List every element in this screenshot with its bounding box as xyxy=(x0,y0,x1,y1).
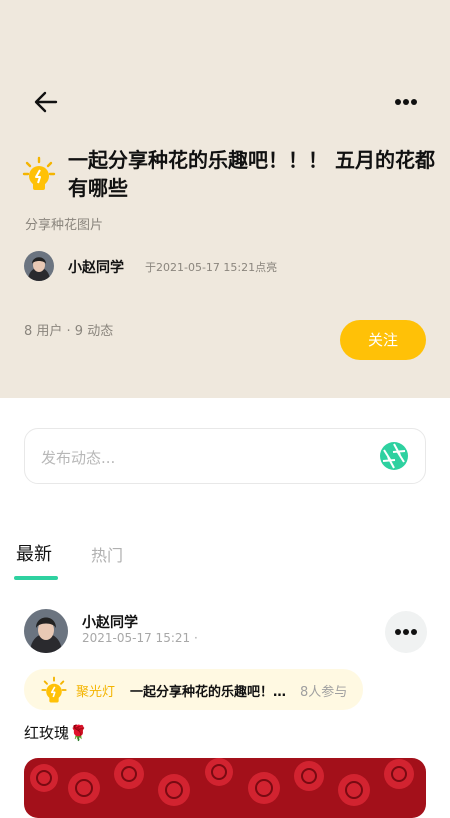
topic-stats: 8 用户 · 9 动态 xyxy=(24,324,114,339)
compose-placeholder: 发布动态... xyxy=(41,449,116,467)
compose-box[interactable]: 发布动态... xyxy=(24,428,426,484)
spotlight-topic-link[interactable]: 聚光灯 一起分享种花的乐趣吧！！！ 五月的花都有哪些 8人参与 xyxy=(24,669,363,710)
lightbulb-icon xyxy=(41,676,67,703)
creator-avatar[interactable] xyxy=(24,251,54,281)
spotlight-participants: 8人参与 xyxy=(300,685,348,700)
post-more-button[interactable] xyxy=(385,611,427,653)
created-at: 于2021-05-17 15:21点亮 xyxy=(145,261,278,274)
spotlight-topic: 一起分享种花的乐趣吧！！！ 五月的花都有哪些 xyxy=(130,685,290,700)
camera-shutter-icon[interactable] xyxy=(379,441,409,471)
back-button[interactable] xyxy=(30,86,62,118)
topic-header: 一起分享种花的乐趣吧！！！ 五月的花都有哪些 分享种花图片 小赵同学 于2021… xyxy=(0,0,450,398)
follow-button[interactable]: 关注 xyxy=(340,320,426,360)
more-options-button[interactable] xyxy=(388,88,424,116)
post-author-name[interactable]: 小赵同学 xyxy=(82,612,138,632)
post-image[interactable] xyxy=(24,758,426,818)
tab-hot[interactable]: 热门 xyxy=(91,542,123,566)
active-tab-indicator xyxy=(14,576,58,580)
topic-subtitle: 分享种花图片 xyxy=(25,218,104,233)
more-icon xyxy=(395,629,417,635)
back-arrow-icon xyxy=(34,91,58,113)
tab-latest[interactable]: 最新 xyxy=(16,540,52,566)
lightbulb-icon xyxy=(22,156,56,190)
topic-title: 一起分享种花的乐趣吧！！！ 五月的花都有哪些 xyxy=(68,148,435,200)
post-text: 红玫瑰🌹 xyxy=(24,724,88,742)
spotlight-label: 聚光灯 xyxy=(76,685,116,700)
post-author-avatar[interactable] xyxy=(24,609,68,653)
post-time: 2021-05-17 15:21 · xyxy=(82,631,198,645)
creator-name[interactable]: 小赵同学 xyxy=(68,257,124,277)
more-icon xyxy=(395,99,417,105)
